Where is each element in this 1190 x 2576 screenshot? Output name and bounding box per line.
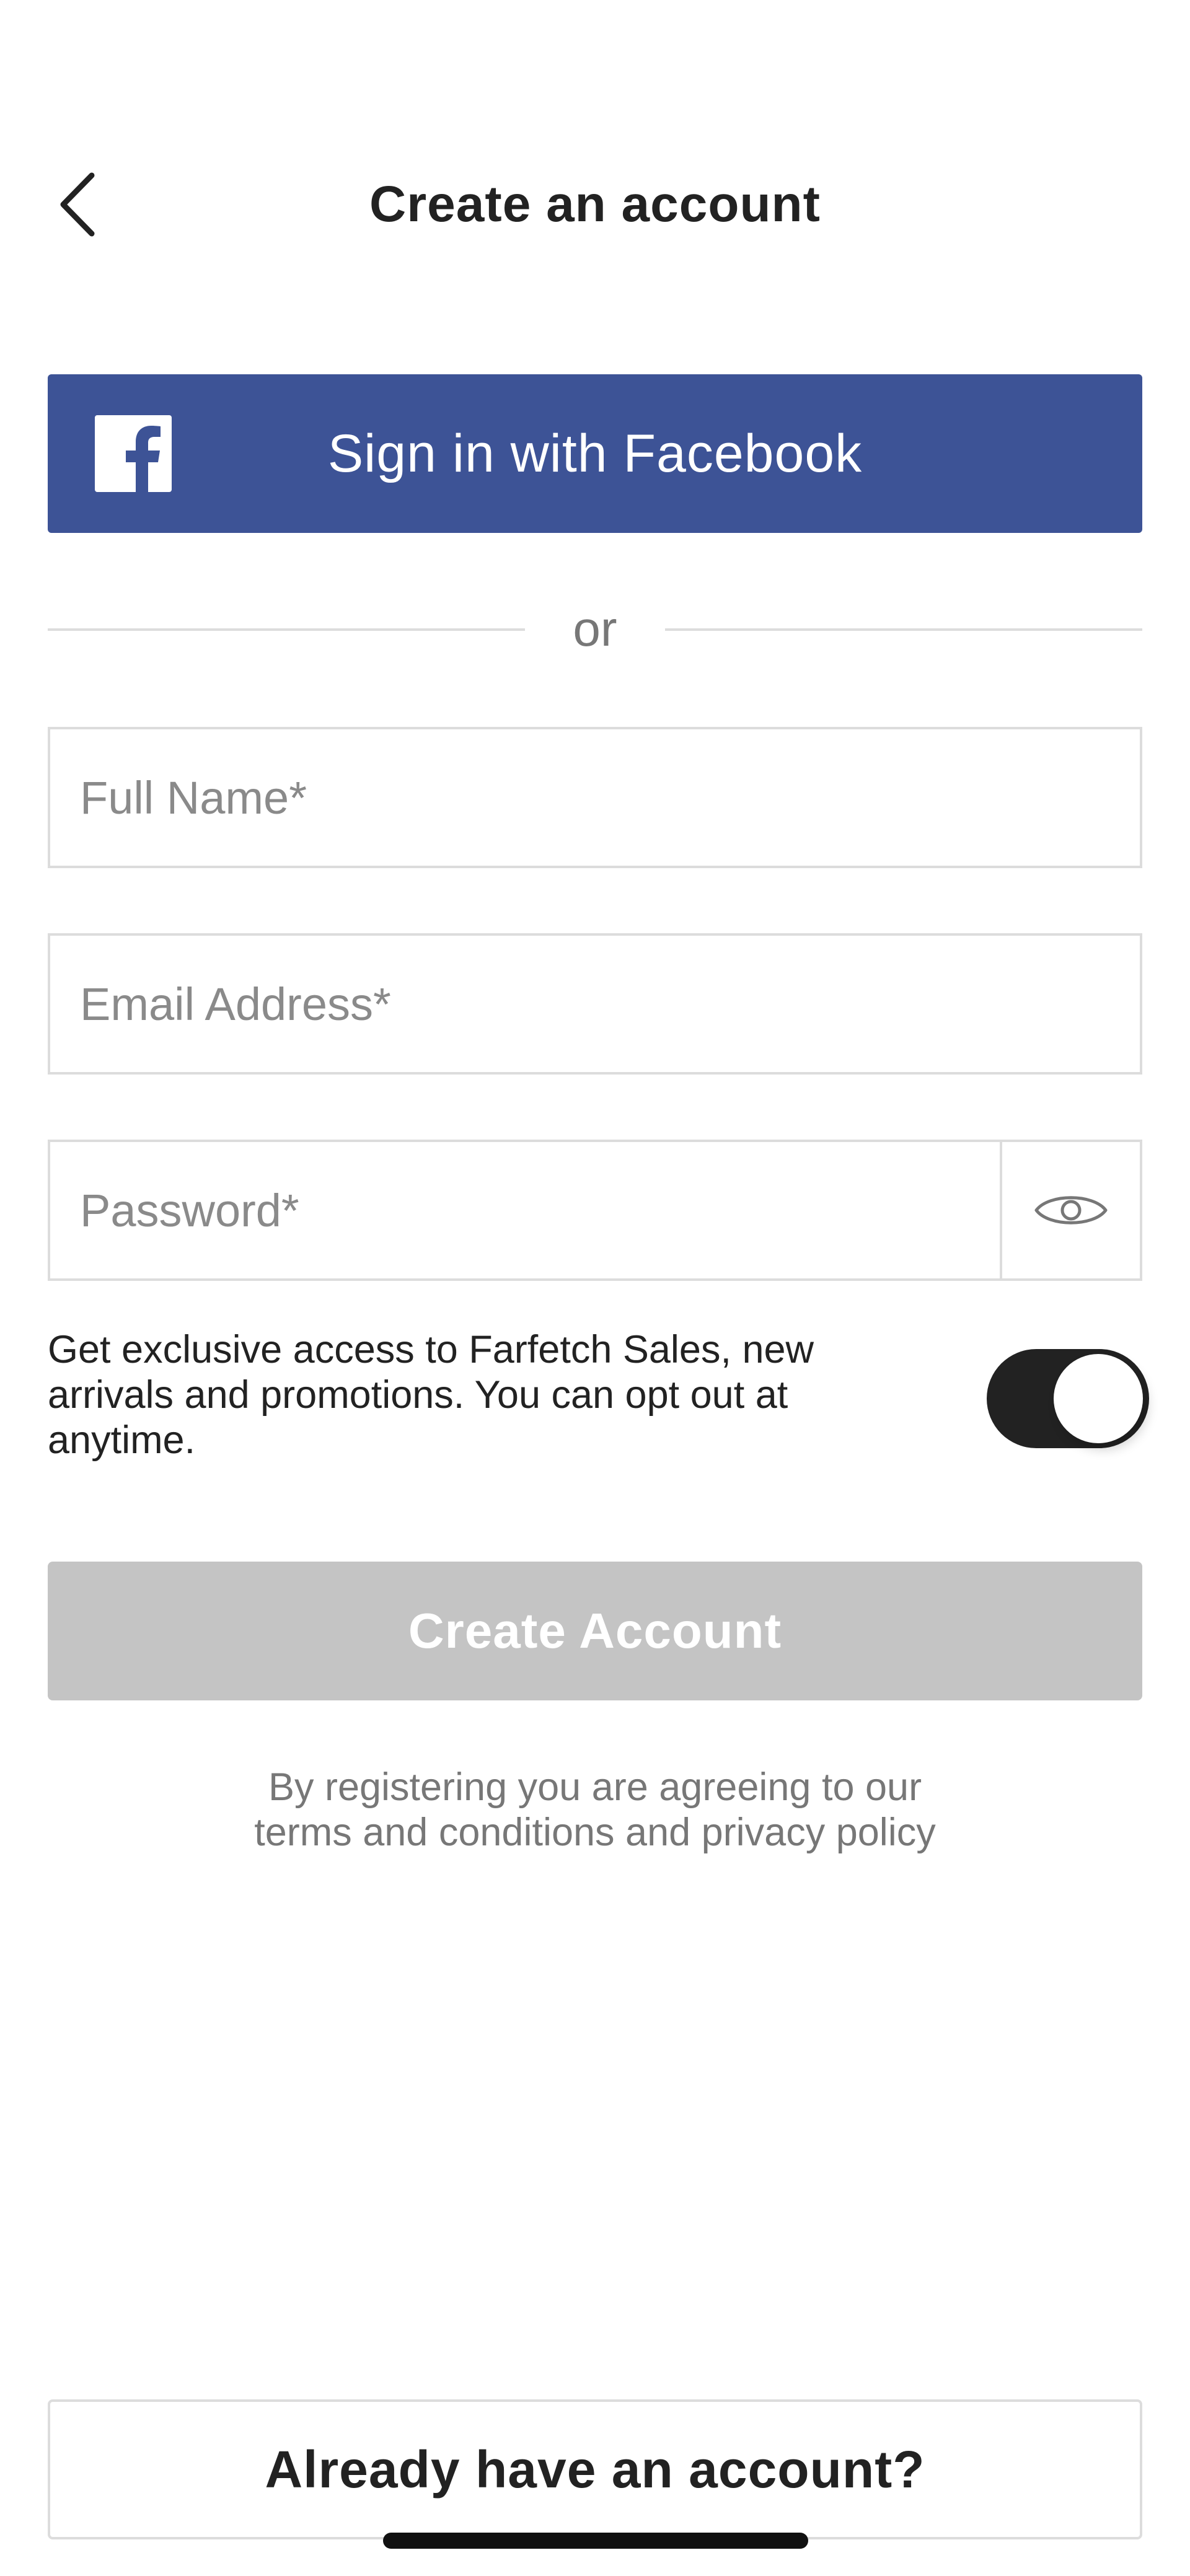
or-divider: or [48, 595, 1142, 663]
email-input[interactable] [50, 936, 1140, 1072]
already-have-account-button[interactable]: Already have an account? [48, 2399, 1142, 2539]
terms-notice: By registering you are agreeing to our t… [0, 1765, 1190, 1855]
divider-line-right [665, 628, 1142, 631]
terms-line-1: By registering you are agreeing to our [268, 1765, 922, 1809]
create-account-button[interactable]: Create Account [48, 1562, 1142, 1700]
create-account-screen: Create an account Sign in with Facebook … [0, 0, 1190, 2576]
full-name-input[interactable] [50, 729, 1140, 866]
email-field-container [48, 933, 1142, 1075]
password-input[interactable] [50, 1142, 1002, 1278]
eye-icon [1034, 1196, 1108, 1224]
page-title: Create an account [369, 176, 821, 232]
marketing-optin-text: Get exclusive access to Farfetch Sales, … [48, 1328, 814, 1462]
facebook-button-label: Sign in with Facebook [327, 423, 863, 483]
header: Create an account [0, 143, 1190, 266]
marketing-optin-toggle[interactable] [987, 1349, 1149, 1448]
password-field-container [48, 1140, 1142, 1281]
terms-line-2[interactable]: terms and conditions and privacy policy [0, 1810, 1190, 1855]
show-password-button[interactable] [1000, 1142, 1140, 1278]
home-indicator [383, 2533, 808, 2549]
facebook-signin-button[interactable]: Sign in with Facebook [48, 374, 1142, 533]
facebook-icon [95, 415, 172, 492]
toggle-knob [1054, 1354, 1143, 1443]
full-name-field-container [48, 727, 1142, 868]
